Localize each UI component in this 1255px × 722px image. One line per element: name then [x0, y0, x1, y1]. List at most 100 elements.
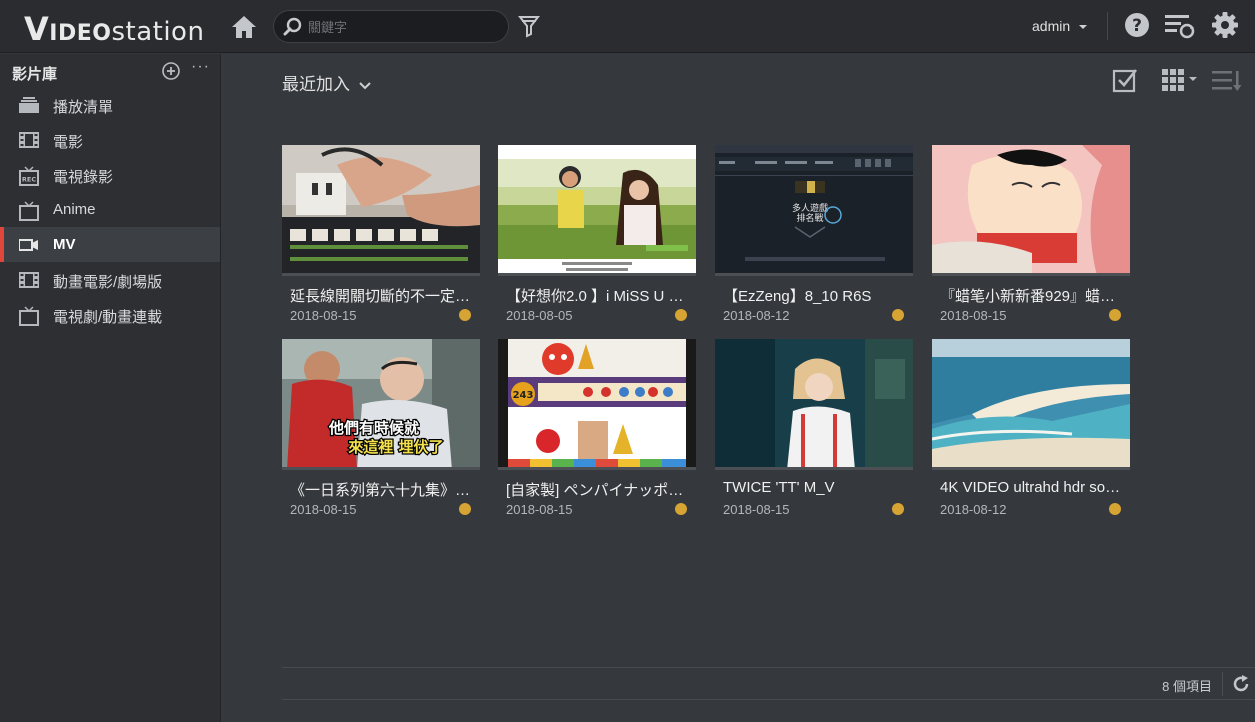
video-thumbnail: 多人遊戲 排名戰	[715, 145, 913, 276]
video-thumbnail	[932, 145, 1130, 276]
library-more-button[interactable]: ···	[191, 58, 210, 76]
sidebar-item-anime[interactable]: Anime	[0, 192, 220, 227]
settings-button[interactable]	[1211, 11, 1239, 44]
status-dot	[675, 309, 687, 321]
status-dot	[1109, 503, 1121, 515]
top-bar: VIDEOstation admin ?	[0, 0, 1255, 53]
logo-v: V	[24, 10, 50, 48]
video-card[interactable]: 4K VIDEO ultrahd hdr sony 4K 2018-08-12	[932, 339, 1130, 519]
video-title: 4K VIDEO ultrahd hdr sony 4K	[940, 479, 1125, 496]
sidebar-item-tv-series[interactable]: 電視劇/動畫連載	[0, 297, 220, 332]
app-logo: VIDEOstation	[24, 10, 204, 48]
status-dot	[892, 309, 904, 321]
sidebar-item-label: 電視錄影	[53, 169, 114, 186]
video-title: 【好想你2.0 】i MiSS U 2.0 - 黃明志	[506, 288, 691, 305]
user-name: admin	[1032, 18, 1071, 34]
sort-dropdown[interactable]: 最近加入	[282, 70, 371, 95]
search-input[interactable]	[308, 17, 498, 37]
library-heading: 影片庫	[12, 66, 58, 83]
video-subtitle: 來這裡 埋伏了	[348, 438, 443, 456]
library-nav: 播放清單 電影 REC 電視錄影 Anime MV 動畫電影/劇場版 電視劇/動…	[0, 87, 220, 332]
home-button[interactable]	[230, 13, 258, 41]
task-list-button[interactable]	[1164, 12, 1196, 45]
video-card[interactable]: 『蜡笔小新新番929』蜡笔小新 2018-08-15	[932, 145, 1130, 325]
sidebar-item-label: Anime	[53, 201, 96, 218]
sidebar-item-playlist[interactable]: 播放清單	[0, 87, 220, 122]
sidebar-item-label: 電視劇/動畫連載	[53, 309, 163, 326]
video-date: 2018-08-15	[940, 308, 1007, 323]
video-title: 《一日系列第六十九集》跟著柯P	[290, 482, 475, 499]
status-dot	[459, 309, 471, 321]
video-title: 『蜡笔小新新番929』蜡笔小新	[940, 288, 1125, 305]
chevron-down-icon	[359, 81, 371, 89]
grid-view-icon	[1162, 69, 1197, 91]
status-dot	[892, 503, 904, 515]
sidebar-item-anime-movies[interactable]: 動畫電影/劇場版	[0, 262, 220, 297]
sort-list-icon	[1212, 71, 1242, 91]
tv-icon	[19, 201, 39, 226]
video-card[interactable]: 【好想你2.0 】i MiSS U 2.0 - 黃明志 2018-08-05	[498, 145, 696, 325]
home-icon	[232, 16, 256, 38]
sort-label: 最近加入	[282, 75, 350, 94]
refresh-button[interactable]	[1231, 674, 1251, 699]
video-card[interactable]: TWICE 'TT' M_V 2018-08-15	[715, 339, 913, 519]
status-dot	[459, 503, 471, 515]
status-dot	[1109, 309, 1121, 321]
tv-icon	[19, 306, 39, 331]
filter-icon	[517, 16, 541, 38]
chevron-down-icon	[1079, 25, 1088, 30]
svg-text:?: ?	[1132, 16, 1142, 36]
logo-station: station	[111, 17, 205, 47]
gear-icon	[1212, 12, 1238, 38]
video-date: 2018-08-12	[723, 308, 790, 323]
video-date: 2018-08-15	[290, 308, 357, 323]
filter-button[interactable]	[517, 14, 541, 43]
sort-order-button[interactable]	[1212, 70, 1242, 97]
drum-score: 243	[513, 390, 534, 401]
video-card[interactable]: 243 [自家製] ペンパイナッポーアッポーペン 2018-08-15	[498, 339, 696, 519]
video-subtitle: 他們有時候就	[328, 419, 419, 437]
video-title: [自家製] ペンパイナッポーアッポーペン	[506, 482, 691, 499]
video-date: 2018-08-15	[723, 502, 790, 517]
game-title: 多人遊戲	[792, 202, 828, 214]
video-date: 2018-08-15	[290, 502, 357, 517]
video-card[interactable]: 多人遊戲 排名戰 【EzZeng】8_10 R6S 2018-08-12	[715, 145, 913, 325]
add-library-button[interactable]	[162, 62, 180, 85]
status-footer: 8 個項目	[282, 667, 1255, 700]
sidebar-item-label: MV	[53, 236, 76, 253]
header-divider	[1107, 12, 1108, 40]
view-mode-button[interactable]	[1162, 69, 1198, 96]
video-title: TWICE 'TT' M_V	[723, 479, 835, 496]
refresh-icon	[1233, 675, 1249, 692]
playlist-icon	[19, 96, 39, 119]
video-camera-icon	[18, 236, 39, 259]
sidebar-item-label: 電影	[53, 134, 84, 151]
video-date: 2018-08-15	[506, 502, 573, 517]
user-menu[interactable]: admin	[1032, 18, 1088, 34]
video-card[interactable]: 他們有時候就 來這裡 埋伏了 《一日系列第六十九集》跟著柯P 2018-08-1…	[282, 339, 480, 519]
video-thumbnail	[932, 339, 1130, 470]
search-box	[273, 10, 509, 43]
footer-divider	[1222, 672, 1223, 696]
movie-film-icon	[19, 271, 39, 294]
video-date: 2018-08-12	[940, 502, 1007, 517]
video-thumbnail	[498, 145, 696, 276]
help-button[interactable]: ?	[1124, 12, 1150, 43]
video-thumbnail	[282, 145, 480, 276]
video-card[interactable]: 延長線開關切斷的不一定是電 2018-08-15	[282, 145, 480, 325]
tv-recording-icon: REC	[19, 166, 39, 191]
video-thumbnail: 他們有時候就 來這裡 埋伏了	[282, 339, 480, 470]
sidebar-item-mv[interactable]: MV	[0, 227, 220, 262]
movie-film-icon	[19, 131, 39, 154]
search-icon	[283, 17, 303, 42]
sidebar-item-label: 播放清單	[53, 99, 114, 116]
sidebar-item-tv-recordings[interactable]: REC 電視錄影	[0, 157, 220, 192]
video-thumbnail: 243	[498, 339, 696, 470]
video-thumbnail	[715, 339, 913, 470]
sidebar-item-label: 動畫電影/劇場版	[53, 274, 163, 291]
main-content: 最近加入 延長線開關切斷的不一定是電 2018-08-15 【好想你2.0 】i…	[222, 54, 1255, 722]
task-list-icon	[1165, 15, 1195, 39]
sidebar-item-movies[interactable]: 電影	[0, 122, 220, 157]
video-title: 【EzZeng】8_10 R6S	[723, 288, 872, 305]
select-mode-button[interactable]	[1112, 67, 1138, 98]
